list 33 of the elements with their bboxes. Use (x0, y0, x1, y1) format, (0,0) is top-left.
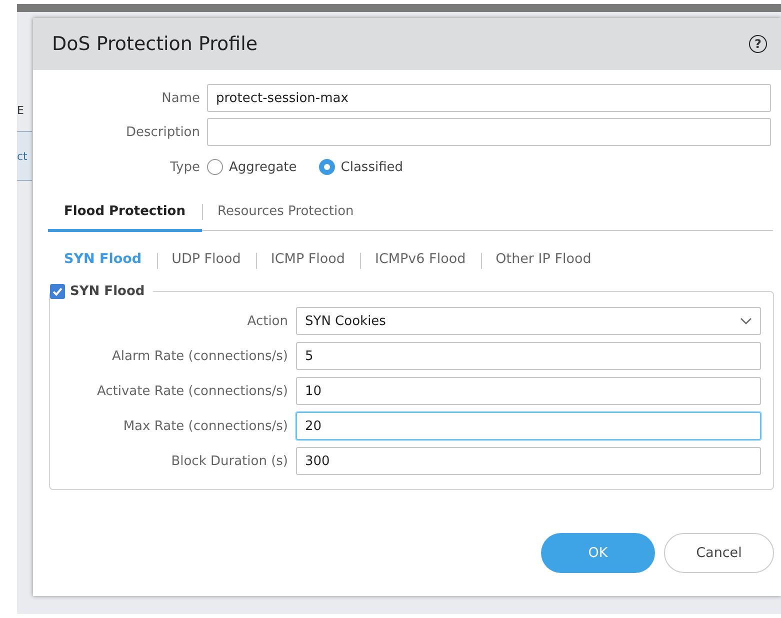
text-field[interactable] (207, 118, 771, 146)
field-label: Max Rate (connections/s) (122, 418, 288, 434)
field-label: Action (246, 314, 288, 328)
text-field[interactable]: 5 (296, 342, 761, 370)
link-fragment[interactable]: ct (17, 131, 32, 181)
field-label: Type (169, 160, 200, 174)
field-label: Block Duration (s) (170, 454, 288, 468)
radio-option[interactable]: Classified (318, 159, 404, 175)
checkbox[interactable] (50, 284, 65, 299)
dialog-title: DoS Protection Profile (52, 33, 258, 55)
field-label: Name (160, 90, 200, 106)
help-icon[interactable]: ? (749, 35, 767, 53)
tab[interactable]: Resources Protection (202, 204, 370, 232)
text-field[interactable]: 300 (296, 447, 761, 475)
chevron-down-icon (740, 317, 752, 325)
checkbox-label: SYN Flood (70, 284, 145, 299)
text-fragment: E (17, 104, 24, 117)
field-label: Description (124, 124, 200, 140)
radio-option[interactable]: Aggregate (207, 159, 297, 175)
text-field[interactable]: protect-session-max (207, 84, 771, 112)
field-label: Alarm Rate (connections/s) (110, 348, 288, 364)
sub-tab[interactable]: ICMPv6 Flood (360, 251, 481, 267)
field-label: Activate Rate (connections/s) (96, 384, 288, 398)
cancel-button[interactable]: Cancel (664, 533, 774, 573)
dropdown[interactable]: SYN Cookies (296, 307, 761, 335)
text-field[interactable]: 20 (296, 412, 761, 440)
tab[interactable]: Flood Protection (48, 204, 202, 232)
sub-tab[interactable]: ICMP Flood (256, 251, 360, 267)
sub-tab[interactable]: UDP Flood (156, 251, 256, 267)
text-field[interactable]: 10 (296, 377, 761, 405)
radio-button[interactable] (318, 159, 335, 175)
radio-button[interactable] (207, 159, 223, 175)
sub-tab[interactable]: Other IP Flood (480, 251, 606, 267)
